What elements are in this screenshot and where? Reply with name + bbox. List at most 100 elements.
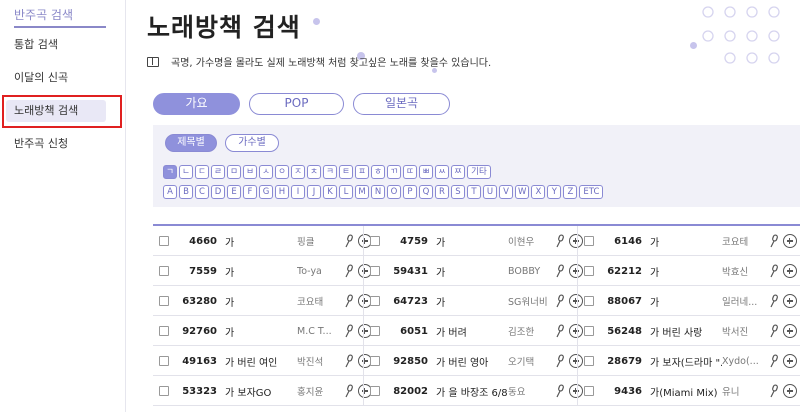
- select-checkbox[interactable]: [159, 296, 169, 306]
- select-checkbox[interactable]: [370, 356, 380, 366]
- key-alpha-22[interactable]: W: [515, 185, 530, 199]
- select-checkbox[interactable]: [370, 326, 380, 336]
- song-title[interactable]: 가: [650, 264, 722, 279]
- microphone-icon[interactable]: [768, 324, 780, 338]
- key-alpha-4[interactable]: E: [227, 185, 241, 199]
- key-hangul-11[interactable]: ㅌ: [339, 165, 353, 179]
- key-hangul-17[interactable]: ㅆ: [435, 165, 449, 179]
- key-alpha-7[interactable]: H: [275, 185, 289, 199]
- key-alpha-9[interactable]: J: [307, 185, 321, 199]
- key-alpha-0[interactable]: A: [163, 185, 177, 199]
- microphone-icon[interactable]: [554, 294, 566, 308]
- key-hangul-1[interactable]: ㄴ: [179, 165, 193, 179]
- microphone-icon[interactable]: [554, 354, 566, 368]
- subtab-by-title[interactable]: 제목별: [165, 134, 217, 152]
- microphone-icon[interactable]: [768, 354, 780, 368]
- song-title[interactable]: 가 보자(드라마 "...: [650, 354, 722, 369]
- key-hangul-10[interactable]: ㅋ: [323, 165, 337, 179]
- microphone-icon[interactable]: [343, 354, 355, 368]
- microphone-icon[interactable]: [343, 384, 355, 398]
- song-title[interactable]: 가(Miami Mix): [650, 384, 722, 399]
- key-hangul-12[interactable]: ㅍ: [355, 165, 369, 179]
- microphone-icon[interactable]: [343, 264, 355, 278]
- key-hangul-5[interactable]: ㅂ: [243, 165, 257, 179]
- add-icon[interactable]: [783, 294, 797, 308]
- key-alpha-12[interactable]: M: [355, 185, 369, 199]
- microphone-icon[interactable]: [768, 234, 780, 248]
- select-checkbox[interactable]: [584, 296, 594, 306]
- microphone-icon[interactable]: [768, 384, 780, 398]
- song-title[interactable]: 가 버린 영아: [436, 354, 508, 369]
- microphone-icon[interactable]: [554, 384, 566, 398]
- key-alpha-17[interactable]: R: [435, 185, 449, 199]
- key-hangul-16[interactable]: ㅃ: [419, 165, 433, 179]
- subtab-by-artist[interactable]: 가수별: [225, 134, 279, 152]
- select-checkbox[interactable]: [584, 326, 594, 336]
- sidebar-item-new-songs[interactable]: 이달의 신곡: [6, 67, 106, 89]
- microphone-icon[interactable]: [343, 324, 355, 338]
- song-title[interactable]: 가: [650, 294, 722, 309]
- song-title[interactable]: 가 보자GO: [225, 384, 297, 399]
- select-checkbox[interactable]: [370, 236, 380, 246]
- song-title[interactable]: 가: [650, 234, 722, 249]
- select-checkbox[interactable]: [159, 266, 169, 276]
- add-icon[interactable]: [783, 354, 797, 368]
- key-alpha-21[interactable]: V: [499, 185, 513, 199]
- select-checkbox[interactable]: [584, 356, 594, 366]
- tab-pop[interactable]: POP: [249, 93, 344, 115]
- add-icon[interactable]: [783, 234, 797, 248]
- select-checkbox[interactable]: [584, 266, 594, 276]
- key-alpha-1[interactable]: B: [179, 185, 193, 199]
- key-hangul-0[interactable]: ㄱ: [163, 165, 177, 179]
- key-hangul-7[interactable]: ㅇ: [275, 165, 289, 179]
- key-hangul-14[interactable]: ㄲ: [387, 165, 401, 179]
- song-title[interactable]: 가: [225, 234, 297, 249]
- tab-kpop[interactable]: 가요: [153, 93, 240, 115]
- key-alpha-14[interactable]: O: [387, 185, 401, 199]
- add-icon[interactable]: [783, 324, 797, 338]
- key-alpha-5[interactable]: F: [243, 185, 257, 199]
- key-alpha-18[interactable]: S: [451, 185, 465, 199]
- microphone-icon[interactable]: [343, 294, 355, 308]
- microphone-icon[interactable]: [554, 264, 566, 278]
- key-hangul-19[interactable]: 기타: [467, 165, 491, 179]
- song-title[interactable]: 가: [225, 264, 297, 279]
- key-alpha-13[interactable]: N: [371, 185, 385, 199]
- tab-jpop[interactable]: 일본곡: [353, 93, 450, 115]
- song-title[interactable]: 가: [225, 294, 297, 309]
- select-checkbox[interactable]: [370, 386, 380, 396]
- key-alpha-8[interactable]: I: [291, 185, 305, 199]
- key-alpha-23[interactable]: X: [531, 185, 546, 199]
- key-alpha-6[interactable]: G: [259, 185, 273, 199]
- key-alpha-20[interactable]: U: [483, 185, 497, 199]
- key-alpha-25[interactable]: Z: [563, 185, 578, 199]
- key-alpha-10[interactable]: K: [323, 185, 337, 199]
- song-title[interactable]: 가: [436, 234, 508, 249]
- key-alpha-26[interactable]: ETC: [579, 185, 604, 199]
- key-hangul-3[interactable]: ㄹ: [211, 165, 225, 179]
- key-alpha-2[interactable]: C: [195, 185, 209, 199]
- key-hangul-4[interactable]: ㅁ: [227, 165, 241, 179]
- select-checkbox[interactable]: [584, 386, 594, 396]
- key-hangul-9[interactable]: ㅊ: [307, 165, 321, 179]
- key-alpha-16[interactable]: Q: [419, 185, 433, 199]
- song-title[interactable]: 가 버려: [436, 324, 508, 339]
- key-hangul-15[interactable]: ㄸ: [403, 165, 417, 179]
- select-checkbox[interactable]: [370, 296, 380, 306]
- microphone-icon[interactable]: [768, 264, 780, 278]
- song-title[interactable]: 가 을 바장조 6/8: [436, 384, 508, 399]
- select-checkbox[interactable]: [370, 266, 380, 276]
- key-alpha-24[interactable]: Y: [547, 185, 562, 199]
- song-title[interactable]: 가: [225, 324, 297, 339]
- key-alpha-15[interactable]: P: [403, 185, 417, 199]
- select-checkbox[interactable]: [159, 236, 169, 246]
- microphone-icon[interactable]: [343, 234, 355, 248]
- key-hangul-8[interactable]: ㅈ: [291, 165, 305, 179]
- add-icon[interactable]: [783, 384, 797, 398]
- key-hangul-13[interactable]: ㅎ: [371, 165, 385, 179]
- select-checkbox[interactable]: [159, 386, 169, 396]
- microphone-icon[interactable]: [768, 294, 780, 308]
- microphone-icon[interactable]: [554, 234, 566, 248]
- select-checkbox[interactable]: [159, 326, 169, 336]
- key-alpha-19[interactable]: T: [467, 185, 481, 199]
